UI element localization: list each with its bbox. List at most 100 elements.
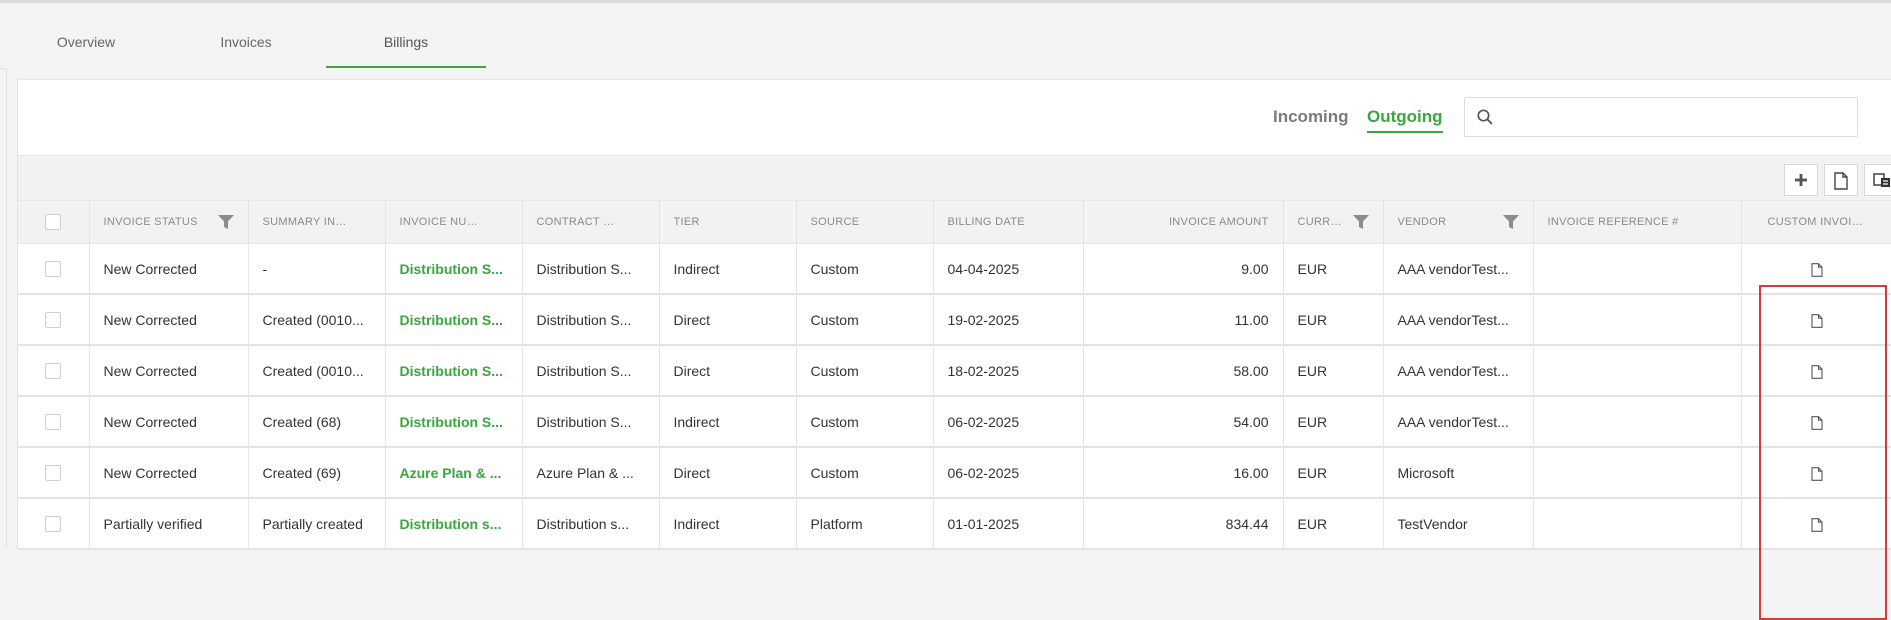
- add-button[interactable]: [1784, 164, 1818, 196]
- table-row[interactable]: New Corrected Created (68) Distribution …: [18, 396, 1891, 448]
- cell-currency: EUR: [1283, 294, 1384, 346]
- cell-source: Custom: [796, 396, 934, 448]
- tab-invoices[interactable]: Invoices: [200, 26, 292, 66]
- cell-currency: EUR: [1283, 396, 1384, 448]
- invoice-number-link[interactable]: Azure Plan & ...: [400, 465, 502, 481]
- segment-incoming[interactable]: Incoming: [1273, 107, 1349, 131]
- row-checkbox[interactable]: [45, 312, 62, 329]
- cell-custom-invoice: [1741, 498, 1891, 550]
- cell-invoice-number: Azure Plan & ...: [385, 447, 523, 499]
- column-summary-invoice[interactable]: Summary Invoi...: [248, 200, 386, 244]
- cell-summary-invoice: Created (69): [248, 447, 386, 499]
- cell-invoice-amount: 834.44: [1083, 498, 1284, 550]
- column-billing-date[interactable]: Billing Date: [933, 200, 1084, 244]
- invoice-number-link[interactable]: Distribution S...: [400, 312, 503, 328]
- document-icon[interactable]: [1810, 262, 1823, 277]
- cell-custom-invoice: [1741, 243, 1891, 295]
- billings-header: Incoming Outgoing: [18, 80, 1891, 156]
- select-all-header: [18, 200, 90, 244]
- cell-currency: EUR: [1283, 345, 1384, 397]
- table-row[interactable]: New Corrected - Distribution S... Distri…: [18, 243, 1891, 295]
- top-divider: [0, 0, 1891, 3]
- invoice-number-link[interactable]: Distribution S...: [400, 414, 503, 430]
- invoice-number-link[interactable]: Distribution s...: [400, 516, 502, 532]
- document-icon[interactable]: [1810, 364, 1823, 379]
- cell-billing-date: 06-02-2025: [933, 447, 1084, 499]
- table-row[interactable]: New Corrected Created (0010... Distribut…: [18, 294, 1891, 346]
- row-select-cell: [18, 447, 90, 499]
- cell-invoice-reference: [1533, 498, 1742, 550]
- cell-invoice-reference: [1533, 294, 1742, 346]
- select-all-checkbox[interactable]: [45, 214, 62, 230]
- row-select-cell: [18, 294, 90, 346]
- cell-billing-date: 06-02-2025: [933, 396, 1084, 448]
- cell-invoice-amount: 9.00: [1083, 243, 1284, 295]
- cell-tier: Indirect: [659, 498, 797, 550]
- new-document-button[interactable]: [1824, 164, 1858, 196]
- cell-custom-invoice: [1741, 396, 1891, 448]
- search-input[interactable]: [1505, 104, 1849, 132]
- row-checkbox[interactable]: [45, 363, 62, 380]
- column-invoice-number[interactable]: Invoice Number: [385, 200, 523, 244]
- row-select-cell: [18, 345, 90, 397]
- filter-icon[interactable]: [1352, 215, 1369, 229]
- cell-vendor: TestVendor: [1383, 498, 1534, 550]
- invoice-number-link[interactable]: Distribution S...: [400, 363, 503, 379]
- segment-outgoing[interactable]: Outgoing: [1367, 107, 1443, 133]
- column-currency[interactable]: Curre...: [1283, 200, 1384, 244]
- document-icon[interactable]: [1810, 313, 1823, 328]
- column-custom-invoice[interactable]: Custom Invoice: [1741, 200, 1891, 244]
- invoice-table: Invoice Status Summary Invoi... Invoice …: [18, 200, 1891, 550]
- cell-custom-invoice: [1741, 345, 1891, 397]
- cell-billing-date: 18-02-2025: [933, 345, 1084, 397]
- tab-billings[interactable]: Billings: [326, 26, 486, 68]
- row-checkbox[interactable]: [45, 261, 62, 278]
- document-icon[interactable]: [1810, 517, 1823, 532]
- cell-summary-invoice: -: [248, 243, 386, 295]
- cell-summary-invoice: Partially created: [248, 498, 386, 550]
- cell-summary-invoice: Created (0010...: [248, 345, 386, 397]
- column-invoice-status[interactable]: Invoice Status: [89, 200, 249, 244]
- cell-invoice-status: New Corrected: [89, 294, 249, 346]
- table-row[interactable]: New Corrected Created (0010... Distribut…: [18, 345, 1891, 397]
- cell-invoice-status: Partially verified: [89, 498, 249, 550]
- search-icon: [1477, 109, 1493, 125]
- row-checkbox[interactable]: [45, 414, 62, 431]
- document-icon[interactable]: [1810, 466, 1823, 481]
- search-box: [1464, 97, 1858, 137]
- filter-icon[interactable]: [1502, 215, 1519, 229]
- export-button[interactable]: [1864, 164, 1891, 196]
- cell-contract-type: Distribution S...: [522, 243, 660, 295]
- cell-source: Custom: [796, 294, 934, 346]
- row-checkbox[interactable]: [45, 465, 62, 482]
- cell-contract-type: Azure Plan & ...: [522, 447, 660, 499]
- cell-currency: EUR: [1283, 447, 1384, 499]
- column-source[interactable]: Source: [796, 200, 934, 244]
- column-invoice-reference[interactable]: Invoice Reference #: [1533, 200, 1742, 244]
- cell-invoice-number: Distribution S...: [385, 294, 523, 346]
- cell-tier: Indirect: [659, 396, 797, 448]
- column-contract-type[interactable]: Contract Type: [522, 200, 660, 244]
- cell-currency: EUR: [1283, 243, 1384, 295]
- column-tier[interactable]: Tier: [659, 200, 797, 244]
- document-icon[interactable]: [1810, 415, 1823, 430]
- cell-contract-type: Distribution S...: [522, 294, 660, 346]
- tab-overview[interactable]: Overview: [40, 26, 132, 66]
- invoice-number-link[interactable]: Distribution S...: [400, 261, 503, 277]
- cell-invoice-number: Distribution S...: [385, 243, 523, 295]
- billings-card: Incoming Outgoing INVOICE STATUS SUMMARY…: [17, 79, 1891, 620]
- cell-summary-invoice: Created (0010...: [248, 294, 386, 346]
- cell-vendor: AAA vendorTest...: [1383, 294, 1534, 346]
- row-checkbox[interactable]: [45, 516, 62, 533]
- cell-source: Custom: [796, 345, 934, 397]
- cell-invoice-number: Distribution S...: [385, 396, 523, 448]
- table-row[interactable]: New Corrected Created (69) Azure Plan & …: [18, 447, 1891, 499]
- cell-invoice-status: New Corrected: [89, 396, 249, 448]
- cell-invoice-amount: 11.00: [1083, 294, 1284, 346]
- cell-vendor: AAA vendorTest...: [1383, 396, 1534, 448]
- table-row[interactable]: Partially verified Partially created Dis…: [18, 498, 1891, 550]
- cell-vendor: AAA vendorTest...: [1383, 243, 1534, 295]
- filter-icon[interactable]: [217, 215, 234, 229]
- column-invoice-amount[interactable]: Invoice Amount: [1083, 200, 1284, 244]
- column-vendor[interactable]: Vendor: [1383, 200, 1534, 244]
